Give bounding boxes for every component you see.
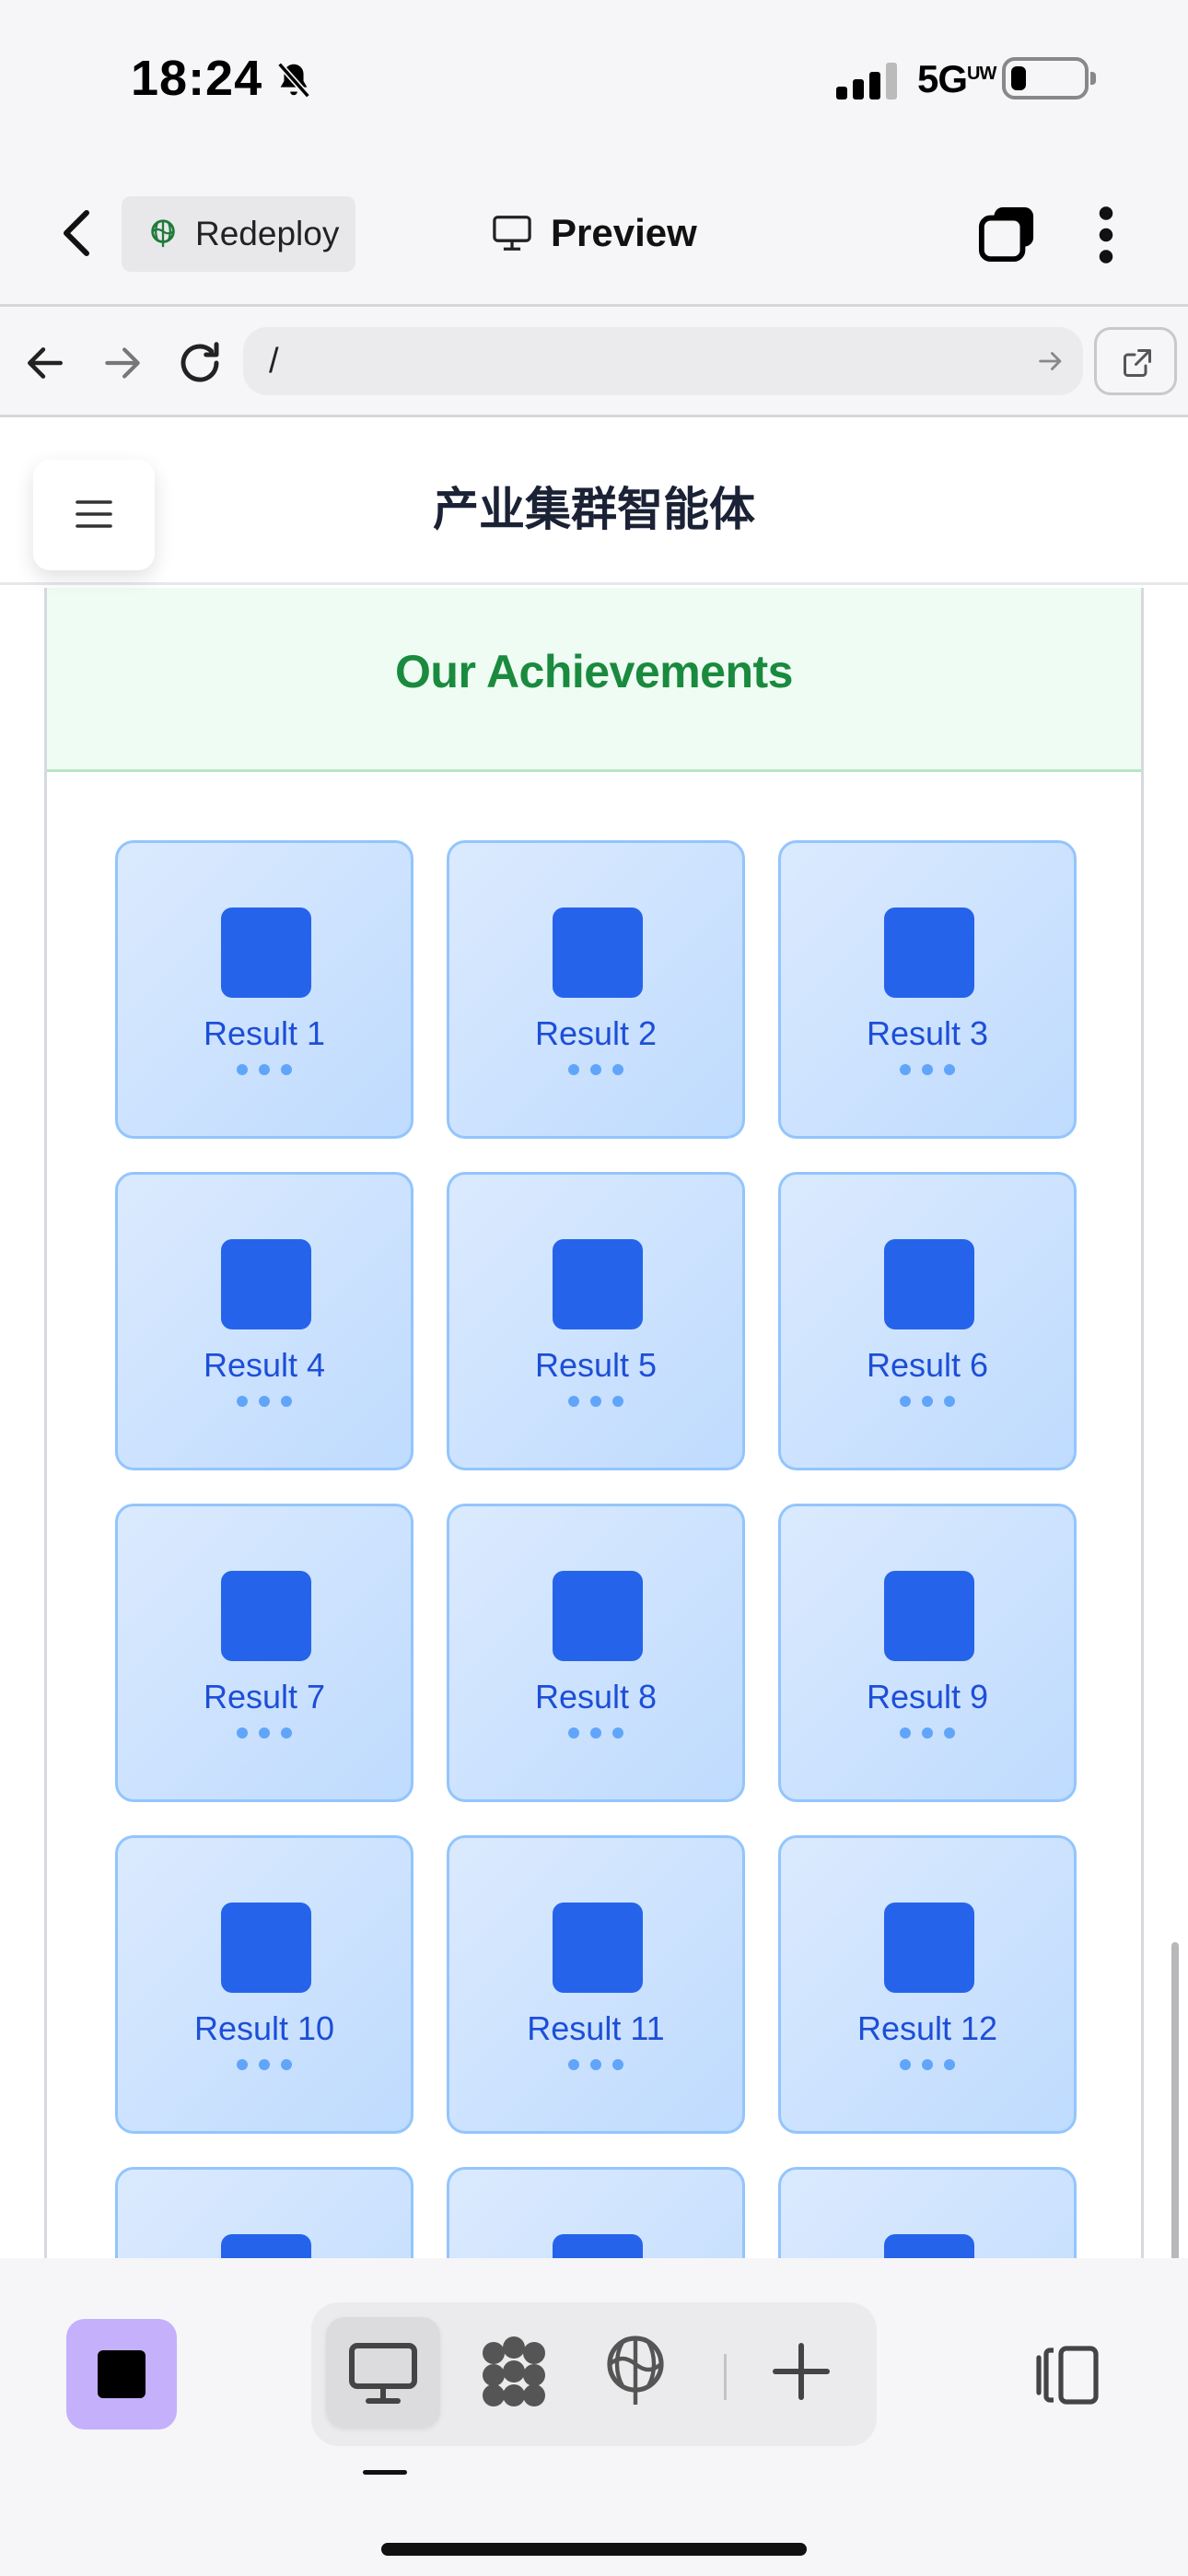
more-dots-icon xyxy=(449,1396,742,1407)
network-type: 5GUW xyxy=(917,57,996,100)
battery-icon xyxy=(1002,57,1096,100)
result-card[interactable]: Result 4 xyxy=(115,1172,413,1470)
website-preview: Our Achievements Result 1 Result 2 Result … xyxy=(0,417,1188,2258)
status-time: 18:24 xyxy=(131,51,263,106)
site-header: 产业集群智能体 xyxy=(0,417,1188,585)
preview-toggle[interactable]: Preview xyxy=(492,205,697,261)
result-square-icon xyxy=(553,1903,643,1993)
more-dots-icon xyxy=(449,2059,742,2070)
app-square-icon[interactable] xyxy=(66,2319,177,2430)
reload-icon[interactable] xyxy=(175,338,225,388)
section-title: Our Achievements xyxy=(395,646,793,697)
result-label: Result 10 xyxy=(193,2009,335,2047)
app-toolbar: Redeploy Preview xyxy=(0,161,1188,307)
bell-slash-icon xyxy=(277,62,310,99)
result-square-icon xyxy=(553,1239,643,1329)
result-square-icon xyxy=(221,1571,311,1661)
more-dots-icon xyxy=(781,1396,1074,1407)
result-label: Result 2 xyxy=(534,1014,658,1052)
scrollbar[interactable] xyxy=(1171,1942,1179,2258)
external-link-icon xyxy=(1124,349,1151,377)
result-label: Result 4 xyxy=(203,1346,326,1384)
result-card[interactable]: Result 5 xyxy=(447,1172,745,1470)
more-dots-icon xyxy=(781,1727,1074,1739)
more-dots-icon xyxy=(449,1727,742,1739)
result-square-icon xyxy=(221,2234,311,2258)
site-title: 产业集群智能体 xyxy=(433,483,755,536)
redeploy-button[interactable]: Redeploy xyxy=(122,196,355,272)
result-label: Result 11 xyxy=(527,2009,665,2047)
result-card[interactable] xyxy=(778,2167,1077,2258)
result-card[interactable]: Result 8 xyxy=(447,1504,745,1802)
result-card[interactable]: Result 1 xyxy=(115,840,413,1139)
result-square-icon xyxy=(221,1903,311,1993)
result-card[interactable]: Result 6 xyxy=(778,1172,1077,1470)
result-card[interactable]: Result 7 xyxy=(115,1504,413,1802)
arrow-left-icon[interactable] xyxy=(22,340,68,386)
monitor-icon xyxy=(493,216,531,251)
divider xyxy=(724,2354,727,2400)
url-field[interactable]: / xyxy=(243,327,1083,395)
result-label: Result 3 xyxy=(866,1014,989,1052)
result-square-icon xyxy=(221,907,311,998)
preview-label: Preview xyxy=(551,211,697,254)
more-dots-icon xyxy=(118,2059,411,2070)
achievements-section: Our Achievements Result 1 Result 2 Result … xyxy=(44,588,1144,2258)
redeploy-icon xyxy=(151,219,175,248)
result-square-icon xyxy=(884,907,974,998)
more-dots-icon xyxy=(781,2059,1074,2070)
bottom-toolbar xyxy=(0,2258,1188,2576)
add-icon[interactable] xyxy=(764,2330,838,2413)
result-card[interactable] xyxy=(115,2167,413,2258)
desktop-icon xyxy=(349,2343,417,2404)
result-square-icon xyxy=(884,2234,974,2258)
result-label: Result 1 xyxy=(203,1014,326,1052)
more-dots-icon xyxy=(118,1727,411,1739)
deploy-icon[interactable] xyxy=(599,2330,672,2413)
home-indicator xyxy=(381,2543,807,2556)
more-dots-icon xyxy=(118,1396,411,1407)
url-text: / xyxy=(269,342,279,381)
tabs-icon[interactable] xyxy=(978,205,1035,263)
result-square-icon xyxy=(553,907,643,998)
chevron-left-icon[interactable] xyxy=(57,207,101,259)
active-tab-indicator xyxy=(363,2470,407,2475)
result-label: Result 12 xyxy=(856,2009,998,2047)
result-square-icon xyxy=(884,1571,974,1661)
more-vertical-icon[interactable] xyxy=(1092,205,1120,264)
result-card[interactable]: Result 11 xyxy=(447,1835,745,2134)
result-label: Result 6 xyxy=(866,1346,989,1384)
arrow-right-icon[interactable] xyxy=(99,340,146,386)
result-label: Result 7 xyxy=(203,1678,326,1715)
result-label: Result 9 xyxy=(866,1678,989,1715)
result-card[interactable]: Result 12 xyxy=(778,1835,1077,2134)
status-bar: 18:24 5GUW xyxy=(0,0,1188,161)
result-card[interactable]: Result 9 xyxy=(778,1504,1077,1802)
achievements-header: Our Achievements xyxy=(47,588,1141,772)
open-external-button[interactable] xyxy=(1094,327,1177,395)
result-card[interactable]: Result 2 xyxy=(447,840,745,1139)
result-card[interactable] xyxy=(447,2167,745,2258)
result-square-icon xyxy=(884,1239,974,1329)
result-square-icon xyxy=(553,1571,643,1661)
view-switcher xyxy=(311,2302,877,2446)
result-label: Result 8 xyxy=(534,1678,658,1715)
sidebar-panel-icon[interactable] xyxy=(1031,2343,1101,2407)
signal-icon xyxy=(836,63,897,100)
result-card[interactable]: Result 3 xyxy=(778,840,1077,1139)
result-label: Result 5 xyxy=(534,1346,658,1384)
url-go-icon[interactable] xyxy=(1035,345,1066,377)
more-dots-icon xyxy=(449,1064,742,1075)
components-icon[interactable] xyxy=(477,2330,551,2413)
result-square-icon xyxy=(884,1903,974,1993)
result-square-icon xyxy=(553,2234,643,2258)
result-square-icon xyxy=(221,1239,311,1329)
result-card[interactable]: Result 10 xyxy=(115,1835,413,2134)
more-dots-icon xyxy=(118,1064,411,1075)
redeploy-label: Redeploy xyxy=(195,215,340,252)
more-dots-icon xyxy=(781,1064,1074,1075)
browser-bar: / xyxy=(0,307,1188,417)
